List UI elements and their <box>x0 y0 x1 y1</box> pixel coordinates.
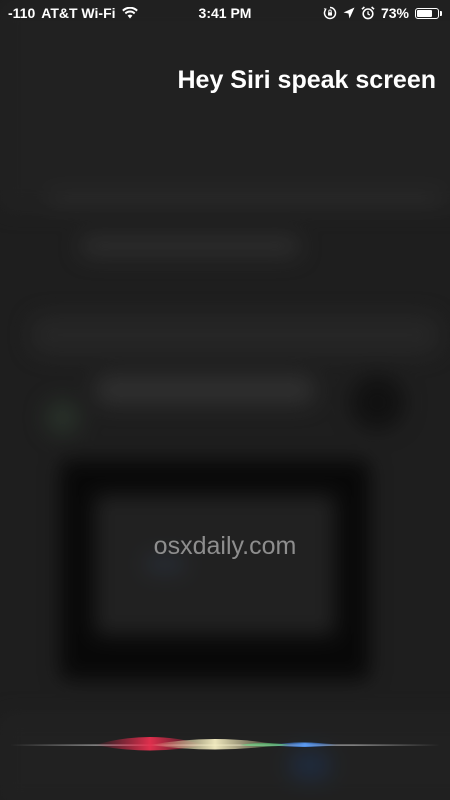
status-time: 3:41 PM <box>198 5 252 21</box>
battery-percent: 73% <box>380 5 409 21</box>
alarm-icon <box>361 6 375 20</box>
wifi-icon <box>121 7 138 19</box>
battery-icon <box>415 7 442 19</box>
carrier-name: AT&T Wi-Fi <box>41 5 116 21</box>
siri-waveform[interactable] <box>0 720 450 770</box>
watermark-text: osxdaily.com <box>153 532 297 560</box>
orientation-lock-icon <box>323 6 337 20</box>
siri-dim-overlay <box>0 0 450 800</box>
status-right: 73% <box>323 5 442 21</box>
siri-query-text: Hey Siri speak screen <box>177 66 437 94</box>
location-arrow-icon <box>343 7 355 19</box>
siri-screen: 3:41 PM -110 AT&T Wi-Fi 73% Hey Siri spe… <box>0 0 450 800</box>
signal-strength: -110 <box>8 5 36 21</box>
status-bar: 3:41 PM -110 AT&T Wi-Fi 73% <box>0 0 450 26</box>
battery-fill <box>417 9 432 17</box>
battery-body <box>415 7 439 19</box>
status-left: -110 AT&T Wi-Fi <box>8 5 138 21</box>
battery-cap <box>440 10 442 16</box>
